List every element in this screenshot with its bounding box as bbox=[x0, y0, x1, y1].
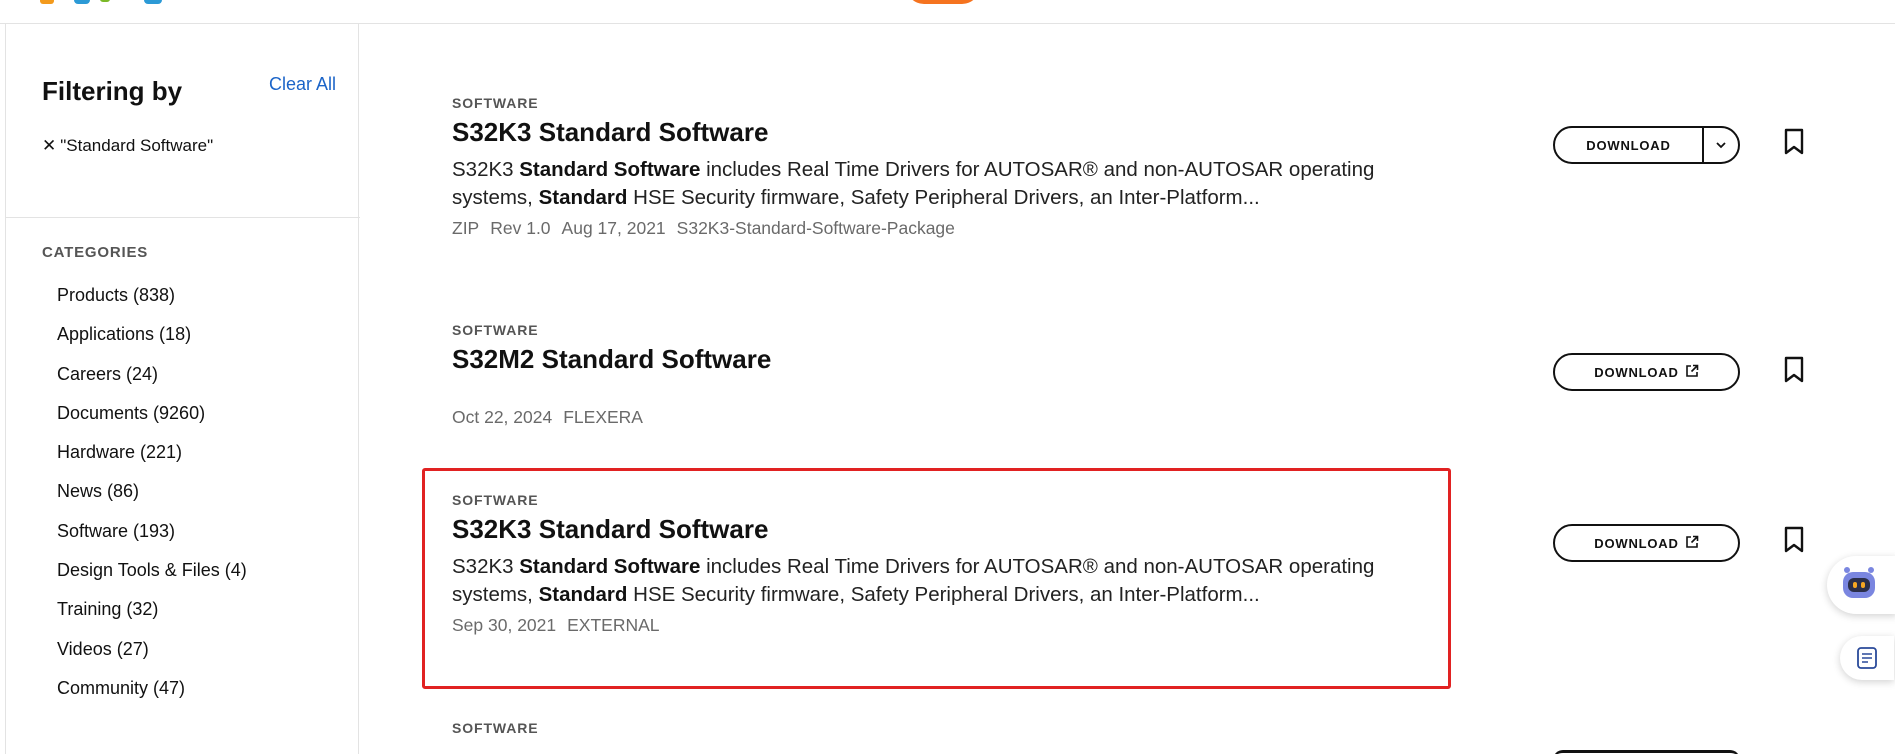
active-filter-label: "Standard Software" bbox=[60, 136, 214, 155]
category-item-applications[interactable]: Applications (18) bbox=[57, 322, 247, 361]
category-list: Products (838) Applications (18) Careers… bbox=[57, 283, 247, 715]
meta-package: S32K3-Standard-Software-Package bbox=[676, 218, 955, 238]
result-meta: Oct 22, 2024 FLEXERA bbox=[452, 407, 1452, 428]
search-result: SOFTWARE S32M2 Standard Software Oct 22,… bbox=[452, 322, 1452, 428]
download-button[interactable]: DOWNLOAD bbox=[1555, 128, 1702, 162]
meta-source: EXTERNAL bbox=[567, 615, 660, 635]
close-icon[interactable]: ✕ bbox=[42, 136, 56, 156]
filter-title: Filtering by bbox=[42, 76, 183, 106]
meta-date: Oct 22, 2024 bbox=[452, 407, 553, 427]
result-description: S32K3 Standard Software includes Real Ti… bbox=[452, 555, 1375, 606]
notes-button[interactable] bbox=[1840, 636, 1894, 680]
result-type-label: SOFTWARE bbox=[452, 492, 539, 508]
top-header bbox=[0, 0, 1895, 24]
category-item-videos[interactable]: Videos (27) bbox=[57, 637, 247, 676]
external-link-icon bbox=[1685, 364, 1699, 381]
meta-date: Aug 17, 2021 bbox=[561, 218, 666, 238]
chat-bot-icon bbox=[1843, 567, 1875, 598]
result-meta: Sep 30, 2021 EXTERNAL bbox=[452, 615, 1452, 636]
result-description: S32K3 Standard Software includes Real Ti… bbox=[452, 158, 1375, 209]
filter-sidebar: Filtering by Clear All ✕ "Standard Softw… bbox=[5, 24, 360, 754]
download-button[interactable]: DOWNLOAD bbox=[1553, 353, 1740, 391]
meta-format: ZIP bbox=[452, 218, 480, 238]
result-title-link[interactable]: S32K3 Standard Software bbox=[452, 117, 1452, 148]
download-label: DOWNLOAD bbox=[1594, 364, 1679, 380]
category-item-careers[interactable]: Careers (24) bbox=[57, 362, 247, 401]
chat-bot-button[interactable] bbox=[1827, 556, 1895, 614]
category-item-hardware[interactable]: Hardware (221) bbox=[57, 440, 247, 479]
category-item-design-tools[interactable]: Design Tools & Files (4) bbox=[57, 558, 247, 597]
header-action-button[interactable] bbox=[906, 0, 980, 4]
download-split-button: DOWNLOAD bbox=[1553, 126, 1740, 164]
result-type-label: SOFTWARE bbox=[452, 322, 539, 338]
category-item-news[interactable]: News (86) bbox=[57, 479, 247, 518]
category-item-documents[interactable]: Documents (9260) bbox=[57, 401, 247, 440]
meta-revision: Rev 1.0 bbox=[490, 218, 551, 238]
result-type-label: SOFTWARE bbox=[452, 95, 539, 111]
category-item-products[interactable]: Products (838) bbox=[57, 283, 247, 322]
bookmark-icon[interactable] bbox=[1783, 128, 1805, 156]
result-title-link[interactable]: S32K3 Standard Software bbox=[452, 514, 1452, 545]
result-meta: ZIP Rev 1.0 Aug 17, 2021 S32K3-Standard-… bbox=[452, 218, 1452, 239]
notes-icon bbox=[1857, 647, 1877, 669]
clear-all-link[interactable]: Clear All bbox=[269, 74, 336, 95]
search-result: SOFTWARE S32K3 Standard Software S32K3 S… bbox=[452, 95, 1452, 239]
bookmark-icon[interactable] bbox=[1783, 526, 1805, 554]
sidebar-divider bbox=[6, 217, 360, 218]
result-type-label: SOFTWARE bbox=[452, 720, 539, 736]
categories-heading: CATEGORIES bbox=[42, 244, 149, 261]
active-filter-chip[interactable]: ✕ "Standard Software" bbox=[42, 136, 213, 156]
download-button-partial[interactable] bbox=[1553, 750, 1740, 754]
meta-date: Sep 30, 2021 bbox=[452, 615, 557, 635]
external-link-icon bbox=[1685, 535, 1699, 552]
download-label: DOWNLOAD bbox=[1594, 535, 1679, 551]
category-item-training[interactable]: Training (32) bbox=[57, 597, 247, 636]
search-result: SOFTWARE bbox=[452, 720, 1452, 736]
category-item-community[interactable]: Community (47) bbox=[57, 676, 247, 715]
category-item-software[interactable]: Software (193) bbox=[57, 519, 247, 558]
download-button[interactable]: DOWNLOAD bbox=[1553, 524, 1740, 562]
result-title-link[interactable]: S32M2 Standard Software bbox=[452, 344, 1452, 375]
brand-logo[interactable] bbox=[40, 0, 162, 4]
chevron-down-icon[interactable] bbox=[1702, 128, 1738, 162]
meta-source: FLEXERA bbox=[563, 407, 643, 427]
search-result: SOFTWARE S32K3 Standard Software S32K3 S… bbox=[452, 492, 1452, 636]
bookmark-icon[interactable] bbox=[1783, 356, 1805, 384]
